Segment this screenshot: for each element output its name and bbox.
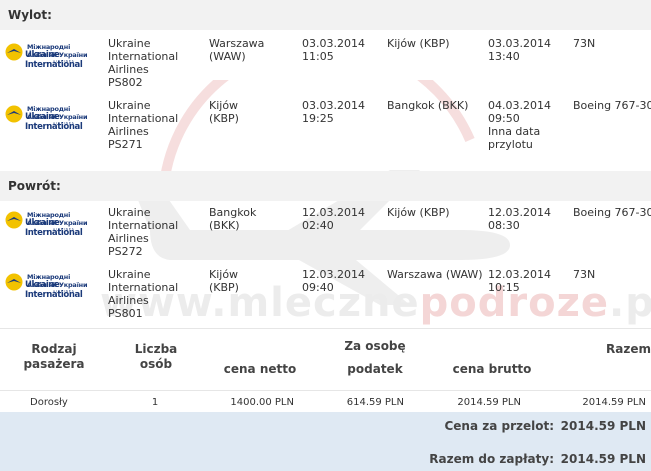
aircraft-type: 73N — [573, 268, 596, 281]
totals-panel: Cena za przelot: 2014.59 PLN Razem do za… — [0, 412, 651, 471]
aircraft-type: Boeing 767-300 — [573, 206, 651, 219]
watermark-text: www.mlecznepodroze.pl — [100, 280, 651, 326]
airline-logo-icon — [5, 211, 23, 229]
cell-net-price: 1400.00 PLN — [230, 397, 294, 408]
airline-name: Ukraine International Airlines PS801 — [108, 268, 179, 320]
departure-airport: Kijów (KBP) — [209, 99, 239, 125]
arrival-airport: Bangkok (BKK) — [387, 99, 469, 112]
cell-total: 2014.59 PLN — [582, 397, 646, 408]
arrival-datetime: 04.03.2014 09:50 Inna data przylotu — [488, 99, 551, 151]
airline-name: Ukraine International Airlines PS272 — [108, 206, 179, 258]
to-pay-value: 2014.59 PLN — [560, 452, 646, 466]
airline-logo: Міжнародні Авіалінії України Ukraine Int… — [5, 42, 102, 70]
cell-passenger-type: Dorosły — [30, 397, 68, 408]
flight-price-value: 2014.59 PLN — [560, 419, 646, 433]
airline-logo-icon — [5, 105, 23, 123]
arrival-airport: Kijów (KBP) — [387, 206, 450, 219]
departure-datetime: 03.03.2014 19:25 — [302, 99, 365, 125]
header-per-person: Za osobę — [344, 339, 406, 353]
header-gross-price: cena brutto — [452, 362, 532, 376]
airline-logo: Міжнародні Авіалінії України Ukraine Int… — [5, 104, 102, 132]
departure-airport: Kijów (KBP) — [209, 268, 239, 294]
airline-logo: Міжнародні Авіалінії України Ukraine Int… — [5, 210, 102, 238]
header-tax: podatek — [347, 362, 403, 376]
fare-table-top-border — [0, 328, 651, 329]
fare-header-divider — [0, 390, 651, 391]
flight-price-label: Cena za przelot: — [444, 419, 554, 433]
cell-passenger-count: 1 — [151, 397, 159, 408]
airline-logo: Міжнародні Авіалінії України Ukraine Int… — [5, 272, 102, 300]
cell-gross-price: 2014.59 PLN — [457, 397, 521, 408]
outbound-section-title: Wylot: — [0, 0, 651, 30]
airline-logo-icon — [5, 273, 23, 291]
departure-datetime: 12.03.2014 09:40 — [302, 268, 365, 294]
aircraft-type: Boeing 767-300 — [573, 99, 651, 112]
header-passenger-type: Rodzaj pasażera — [23, 342, 85, 371]
airline-name: Ukraine International Airlines PS271 — [108, 99, 179, 151]
arrival-airport: Warszawa (WAW) — [387, 268, 483, 281]
airline-name: Ukraine International Airlines PS802 — [108, 37, 179, 89]
aircraft-type: 73N — [573, 37, 596, 50]
departure-datetime: 12.03.2014 02:40 — [302, 206, 365, 232]
to-pay-label: Razem do zapłaty: — [429, 452, 554, 466]
departure-airport: Bangkok (BKK) — [209, 206, 257, 232]
arrival-datetime: 12.03.2014 08:30 — [488, 206, 551, 232]
arrival-datetime: 12.03.2014 10:15 — [488, 268, 551, 294]
arrival-airport: Kijów (KBP) — [387, 37, 450, 50]
departure-airport: Warszawa (WAW) — [209, 37, 265, 63]
cell-tax: 614.59 PLN — [346, 397, 404, 408]
header-passenger-count: Liczba osób — [134, 342, 178, 371]
header-net-price: cena netto — [223, 362, 297, 376]
departure-datetime: 03.03.2014 11:05 — [302, 37, 365, 63]
header-total: Razem — [606, 342, 651, 356]
arrival-datetime: 03.03.2014 13:40 — [488, 37, 551, 63]
return-section-title: Powrót: — [0, 171, 651, 201]
airline-logo-icon — [5, 43, 23, 61]
